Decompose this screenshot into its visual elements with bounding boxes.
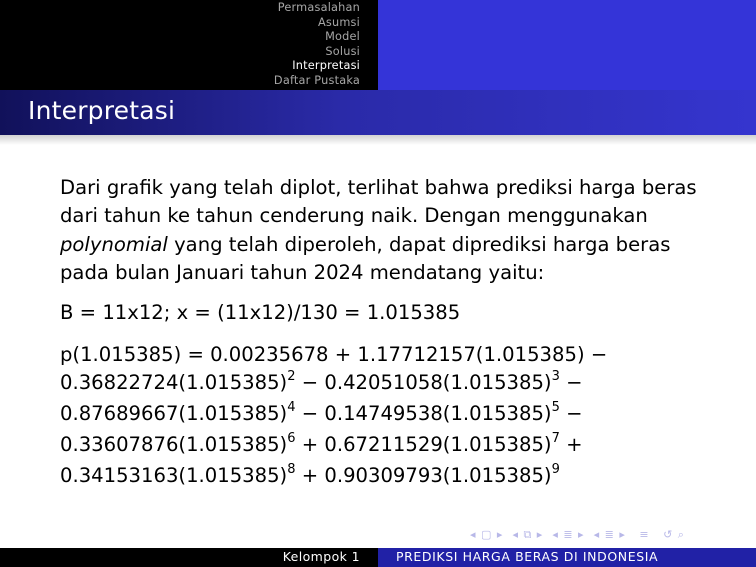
footer-title: PREDIKSI HARGA BERAS DI INDONESIA <box>396 549 659 564</box>
footer-right-panel: PREDIKSI HARGA BERAS DI INDONESIA <box>378 548 756 567</box>
nav-item-asumsi[interactable]: Asumsi <box>274 16 360 31</box>
footer-author: Kelompok 1 <box>282 549 360 564</box>
eq-operator: − <box>559 371 583 395</box>
eq-term: − 0.14749538(1.015385) <box>295 402 552 426</box>
equation-line-1: p(1.015385) = 0.00235678 + 1.17712157(1.… <box>60 343 608 367</box>
nav-item-permasalahan[interactable]: Permasalahan <box>274 1 360 16</box>
eq-exponent: 7 <box>551 431 560 447</box>
equation-line-5: 0.34153163(1.015385)8 + 0.90309793(1.015… <box>60 462 710 493</box>
intro-text-a: Dari grafik yang telah diplot, terlihat … <box>60 176 697 228</box>
nav-appendix-icon[interactable]: ≡ <box>639 528 649 541</box>
eq-operator: − <box>559 402 583 426</box>
eq-operator: + <box>559 433 583 457</box>
nav-prev-frame-icon[interactable]: ◂ ▢ ▸ <box>470 528 503 541</box>
eq-exponent: 3 <box>551 369 560 385</box>
eq-term: 0.33607876(1.015385) <box>60 433 288 457</box>
nav-section-icon[interactable]: ◂ ≣ ▸ <box>594 528 626 541</box>
nav-item-interpretasi[interactable]: Interpretasi <box>274 59 360 74</box>
title-shadow <box>0 135 756 145</box>
eq-exponent: 9 <box>551 462 560 478</box>
equation-polynomial: p(1.015385) = 0.00235678 + 1.17712157(1.… <box>60 341 710 493</box>
header-left-panel: Permasalahan Asumsi Model Solusi Interpr… <box>0 0 378 90</box>
intro-paragraph: Dari grafik yang telah diplot, terlihat … <box>60 174 710 287</box>
nav-search-icon[interactable]: ↺ ⌕ <box>663 528 685 541</box>
header-right-panel <box>378 0 756 90</box>
eq-exponent: 5 <box>551 400 560 416</box>
eq-term: 0.36822724(1.015385) <box>60 371 288 395</box>
intro-emphasis: polynomial <box>60 232 168 256</box>
equation-x: B = 11x12; x = (11x12)/130 = 1.015385 <box>60 301 461 325</box>
slide-content: Dari grafik yang telah diplot, terlihat … <box>60 174 710 493</box>
footer-left-panel: Kelompok 1 <box>0 548 378 567</box>
eq-exponent: 4 <box>287 400 296 416</box>
nav-prev-subsection-icon[interactable]: ◂ ⧉ ▸ <box>512 528 543 541</box>
nav-item-solusi[interactable]: Solusi <box>274 45 360 60</box>
nav-prev-section-icon[interactable]: ◂ ≣ ▸ <box>552 528 584 541</box>
footer: Kelompok 1 PREDIKSI HARGA BERAS DI INDON… <box>0 548 756 567</box>
eq-term: + 0.67211529(1.015385) <box>295 433 552 457</box>
eq-exponent: 2 <box>287 369 296 385</box>
nav-item-daftar-pustaka[interactable]: Daftar Pustaka <box>274 74 360 89</box>
eq-term: 0.34153163(1.015385) <box>60 464 288 488</box>
equation-line-2: 0.36822724(1.015385)2 − 0.42051058(1.015… <box>60 369 710 400</box>
eq-exponent: 6 <box>287 431 296 447</box>
eq-term: + 0.90309793(1.015385) <box>295 464 552 488</box>
section-nav: Permasalahan Asumsi Model Solusi Interpr… <box>274 1 360 89</box>
navigation-symbols: ◂ ▢ ▸ ◂ ⧉ ▸ ◂ ≣ ▸ ◂ ≣ ▸ ≡ ↺ ⌕ <box>470 528 750 542</box>
equation-line-4: 0.33607876(1.015385)6 + 0.67211529(1.015… <box>60 431 710 462</box>
eq-term: − 0.42051058(1.015385) <box>295 371 552 395</box>
header: Permasalahan Asumsi Model Solusi Interpr… <box>0 0 756 90</box>
frame-title-bar: Interpretasi <box>0 90 756 135</box>
eq-exponent: 8 <box>287 462 296 478</box>
nav-item-model[interactable]: Model <box>274 30 360 45</box>
eq-term: 0.87689667(1.015385) <box>60 402 288 426</box>
equation-line-3: 0.87689667(1.015385)4 − 0.14749538(1.015… <box>60 400 710 431</box>
frame-title: Interpretasi <box>28 96 176 125</box>
